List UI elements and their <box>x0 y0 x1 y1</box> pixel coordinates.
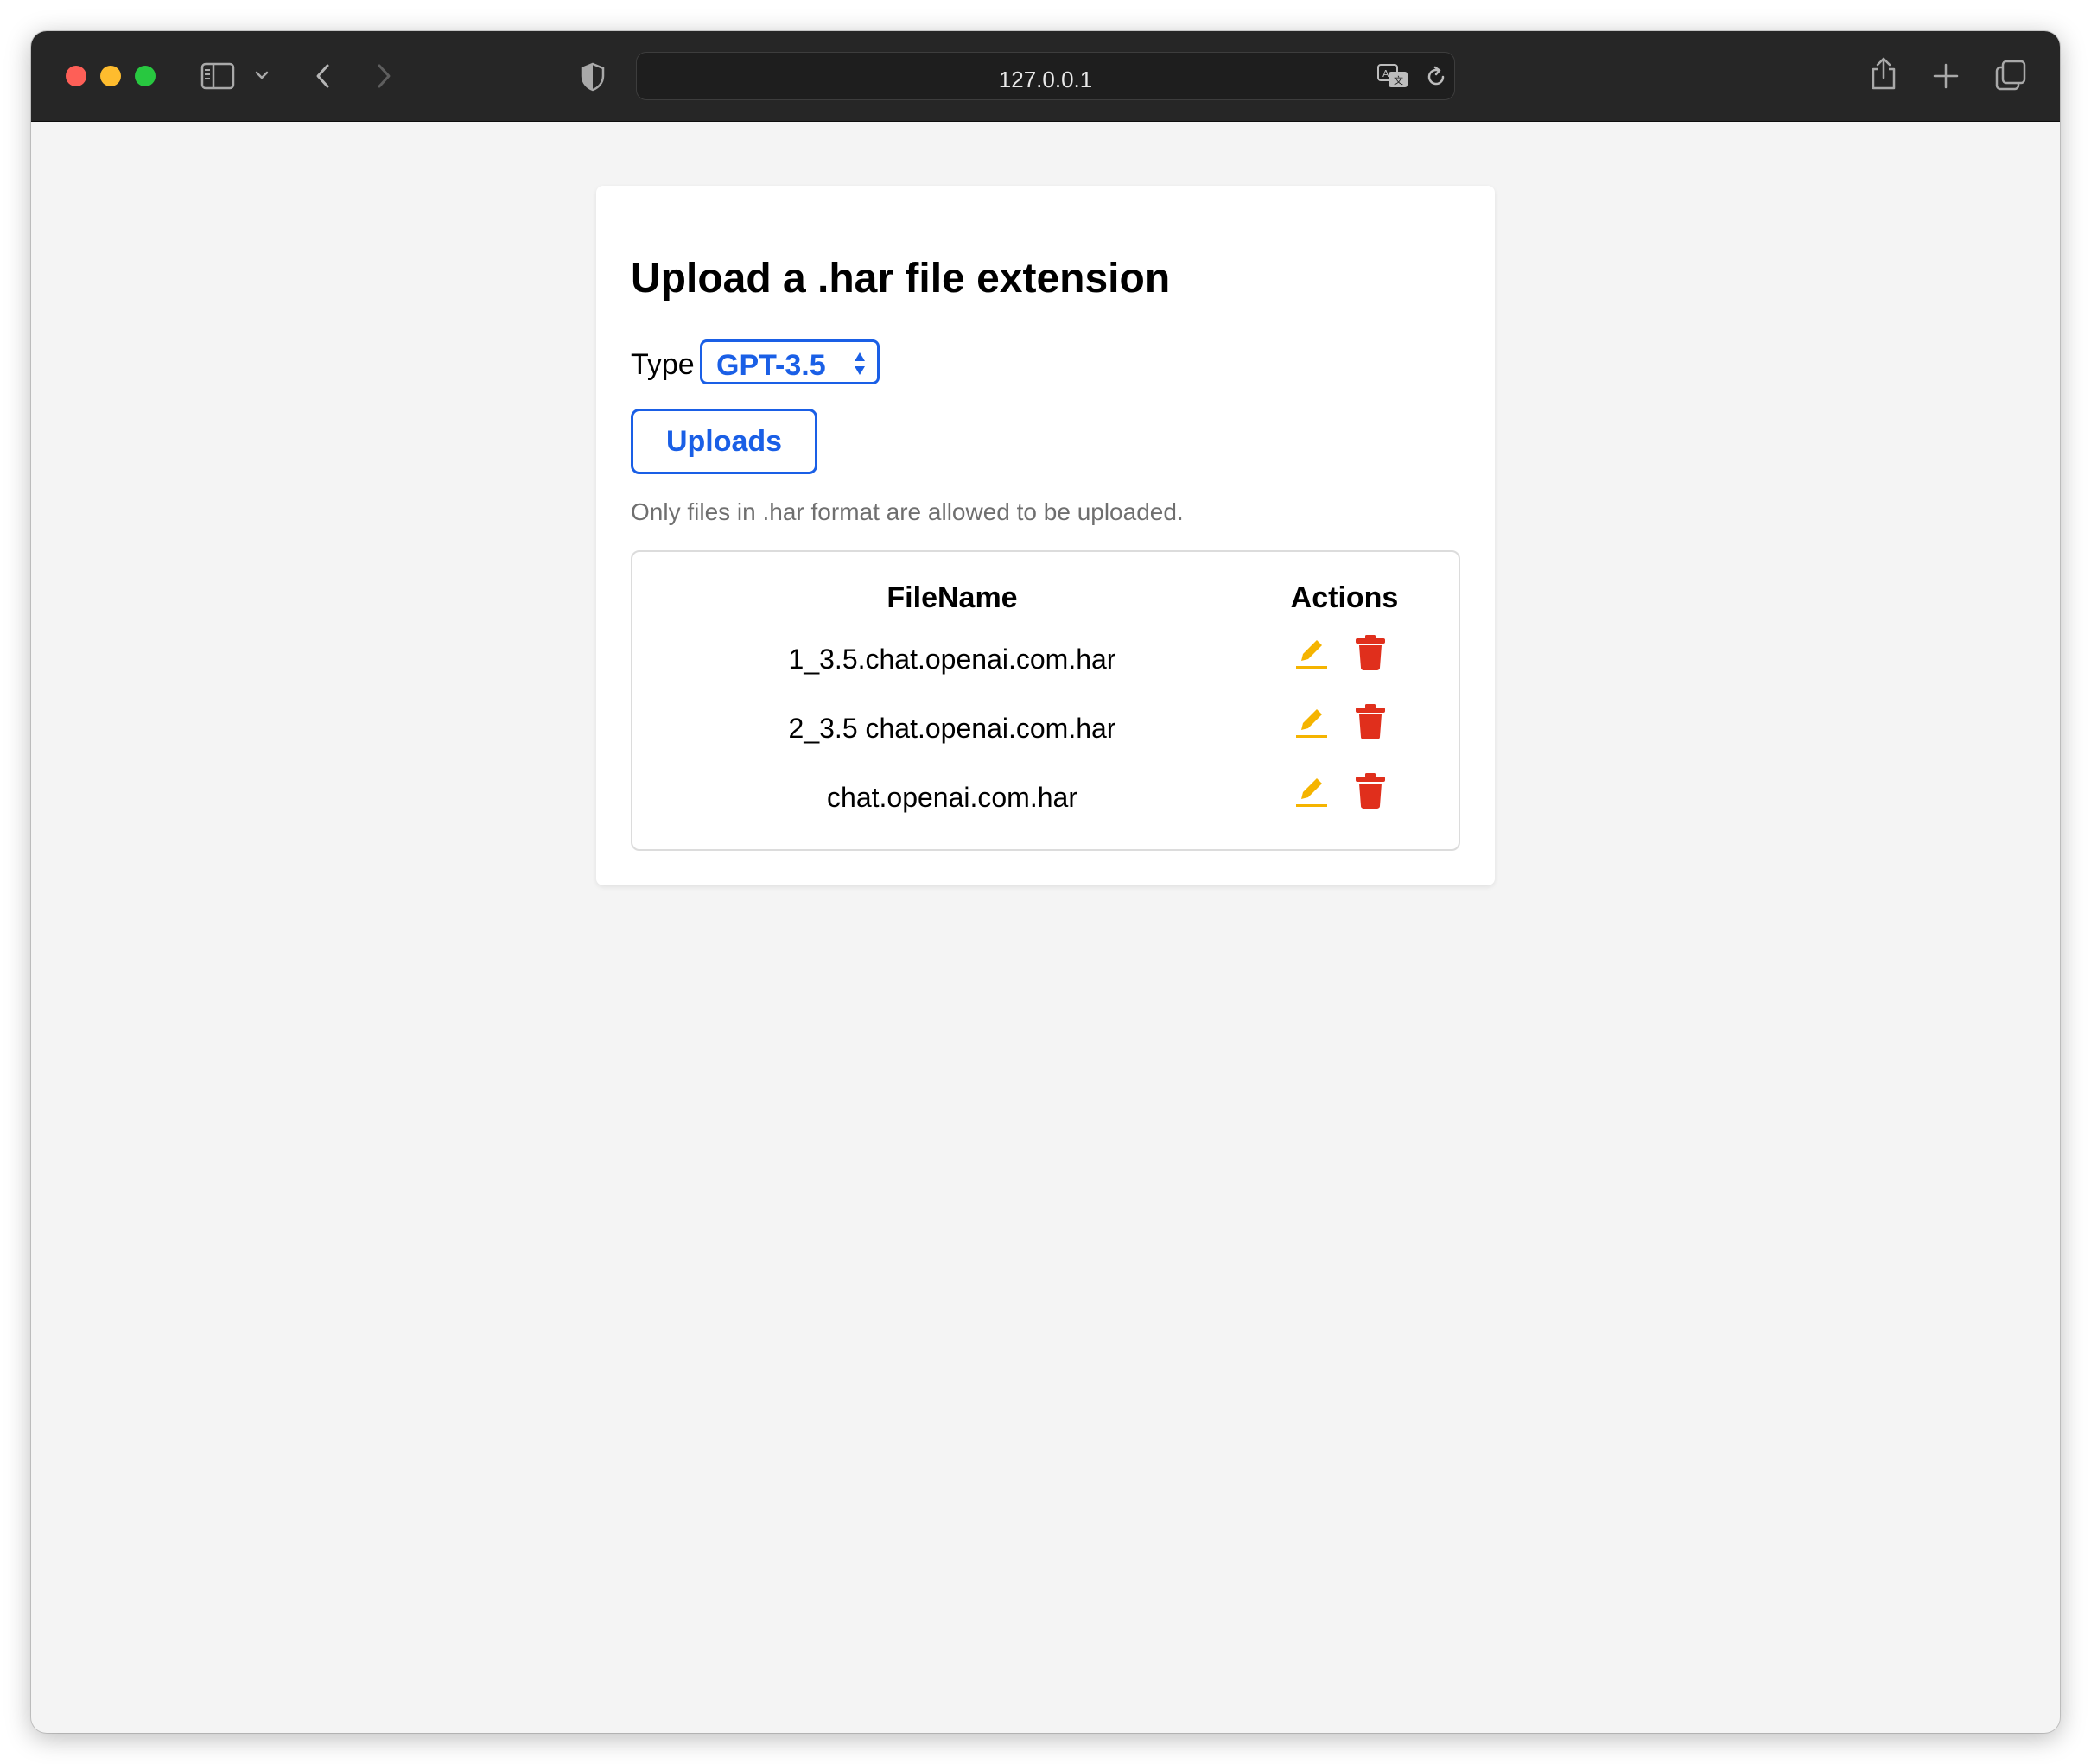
page-title: Upload a .har file extension <box>631 256 1171 301</box>
column-header-filename: FileName <box>887 581 1018 614</box>
address-bar[interactable]: 127.0.0.1 A 文 <box>636 52 1455 100</box>
type-select-value: GPT-3.5 <box>716 349 826 382</box>
sidebar-icon[interactable] <box>200 62 235 90</box>
chevron-down-icon[interactable] <box>254 69 270 81</box>
type-select[interactable]: GPT-3.5 <box>700 339 880 384</box>
edit-icon[interactable] <box>1293 702 1331 740</box>
translate-icon[interactable]: A 文 <box>1376 63 1411 89</box>
shield-icon[interactable] <box>581 62 605 92</box>
page-content: Upload a .har file extension Type GPT-3.… <box>31 122 2060 1733</box>
share-icon[interactable] <box>1870 55 1897 92</box>
file-name: 2_3.5 chat.openai.com.har <box>788 713 1116 744</box>
table-row: 2_3.5 chat.openai.com.har <box>632 702 1462 754</box>
reload-icon[interactable] <box>1425 65 1447 89</box>
close-window-button[interactable] <box>66 66 86 86</box>
svg-text:A: A <box>1382 68 1389 79</box>
files-table: FileName Actions 1_3.5.chat.openai.com.h… <box>631 550 1460 851</box>
trash-icon[interactable] <box>1353 702 1388 740</box>
maximize-window-button[interactable] <box>135 66 156 86</box>
minimize-window-button[interactable] <box>100 66 121 86</box>
edit-icon[interactable] <box>1293 771 1331 809</box>
type-label: Type <box>631 348 695 381</box>
uploads-button[interactable]: Uploads <box>631 409 817 474</box>
edit-icon[interactable] <box>1293 633 1331 671</box>
browser-toolbar: 127.0.0.1 A 文 <box>31 31 2060 122</box>
select-arrows-icon <box>853 349 867 383</box>
table-row: 1_3.5.chat.openai.com.har <box>632 633 1462 685</box>
back-icon[interactable] <box>313 62 334 90</box>
table-row: chat.openai.com.har <box>632 771 1462 823</box>
svg-text:文: 文 <box>1394 74 1403 86</box>
tab-overview-icon[interactable] <box>1994 59 2027 92</box>
forward-icon[interactable] <box>373 62 394 90</box>
new-tab-icon[interactable] <box>1932 62 1960 90</box>
url-text: 127.0.0.1 <box>998 67 1093 92</box>
trash-icon[interactable] <box>1353 633 1388 671</box>
trash-icon[interactable] <box>1353 771 1388 809</box>
upload-card: Upload a .har file extension Type GPT-3.… <box>596 186 1495 885</box>
column-header-actions: Actions <box>1290 581 1399 614</box>
file-name: 1_3.5.chat.openai.com.har <box>788 644 1116 675</box>
browser-window: 127.0.0.1 A 文 Upload a .har file extensi… <box>31 31 2060 1733</box>
upload-hint: Only files in .har format are allowed to… <box>631 498 1184 525</box>
file-name: chat.openai.com.har <box>827 782 1077 813</box>
